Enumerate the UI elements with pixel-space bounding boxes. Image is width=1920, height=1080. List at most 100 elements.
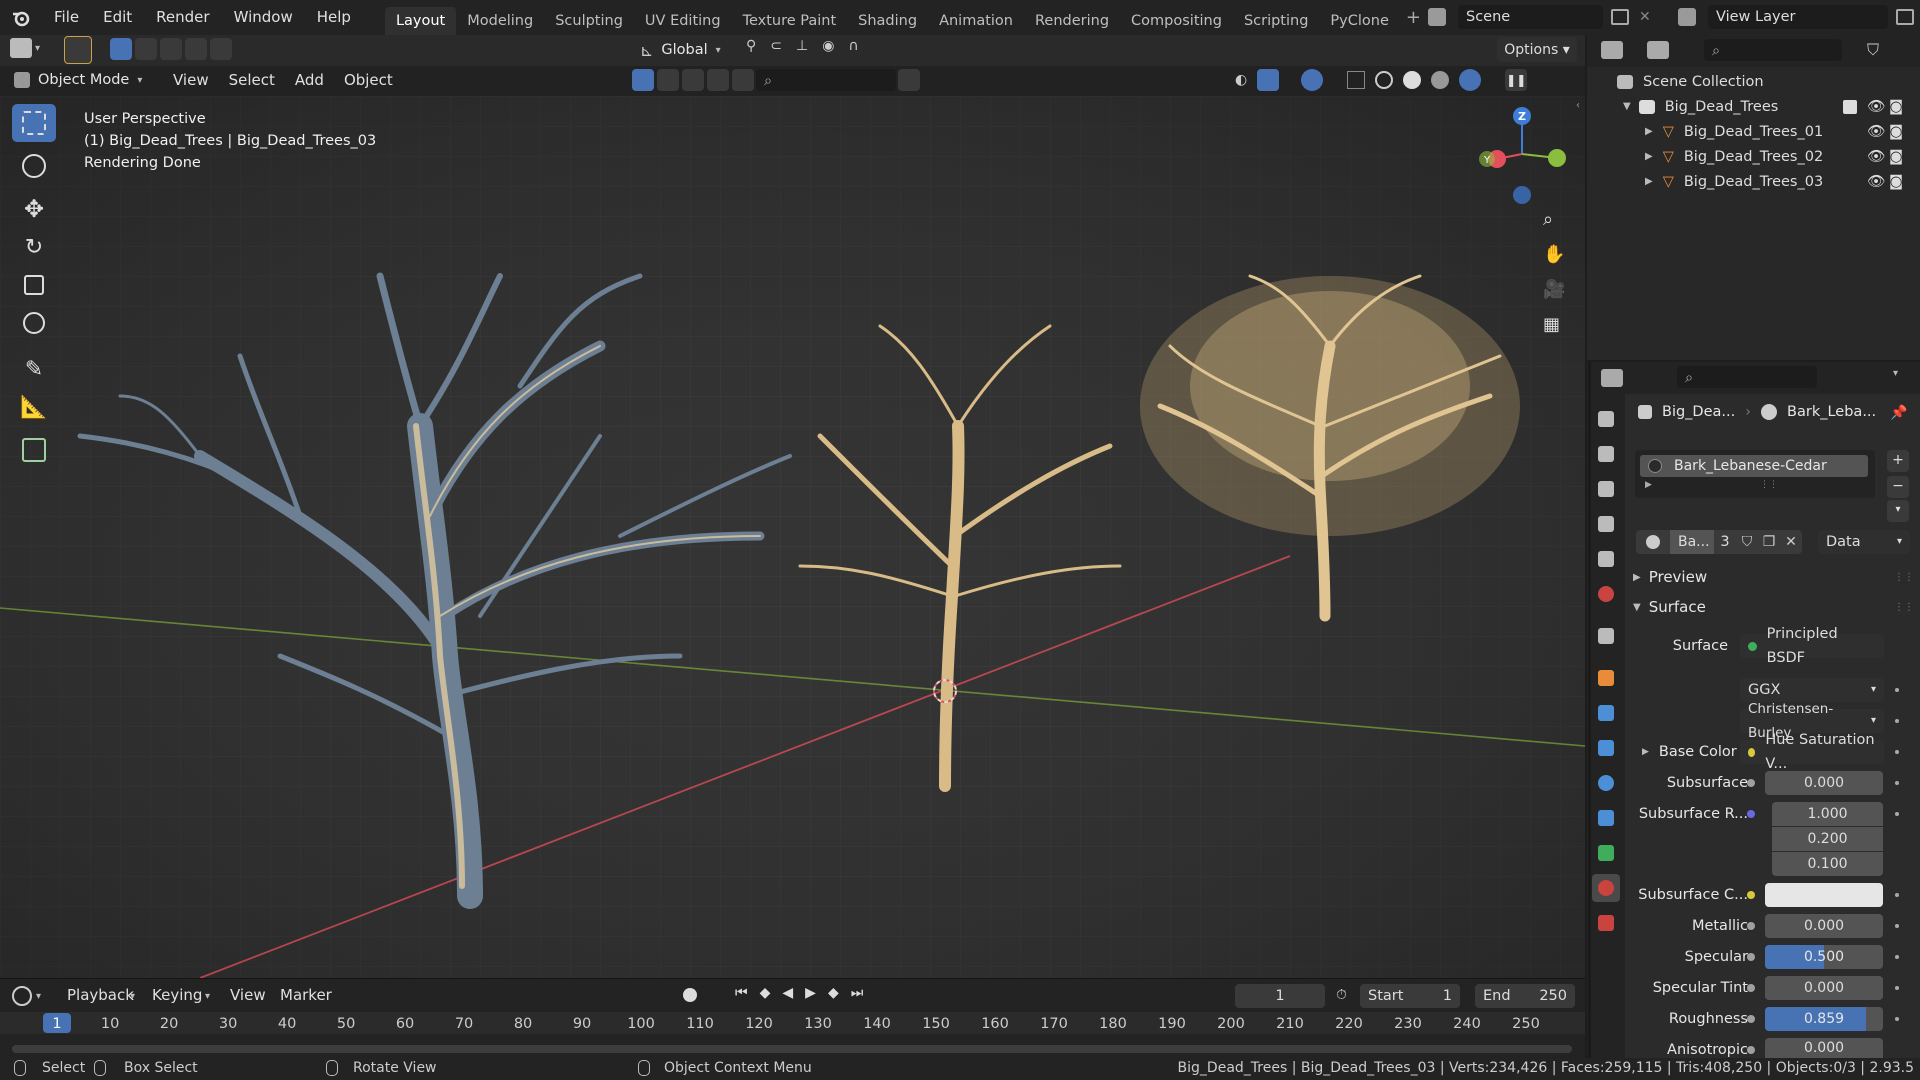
tab-uv-editing[interactable]: UV Editing: [634, 7, 732, 35]
surface-panel-header[interactable]: ▼ Surface: [1633, 598, 1706, 616]
filter-light-icon[interactable]: [682, 69, 704, 91]
select-extend-icon[interactable]: [135, 38, 157, 60]
blender-logo-icon[interactable]: [0, 0, 42, 35]
preview-range-icon[interactable]: ⏱: [1336, 987, 1347, 1003]
shading-rendered-icon[interactable]: [1459, 69, 1482, 91]
color-socket-dot[interactable]: [1747, 891, 1755, 899]
menu-select[interactable]: Select: [219, 68, 285, 92]
physics-tab[interactable]: [1592, 769, 1620, 797]
viewport-filter-dropdown[interactable]: [898, 69, 920, 91]
visibility-icon[interactable]: ◐: [1235, 72, 1247, 88]
timeline-editor-type[interactable]: ▾: [12, 984, 41, 1008]
shading-material-icon[interactable]: [1431, 71, 1450, 89]
display-mode-icon[interactable]: [1647, 41, 1669, 59]
tab-scripting[interactable]: Scripting: [1233, 7, 1319, 35]
add-workspace-icon[interactable]: +: [1400, 7, 1427, 28]
ortho-grid-icon[interactable]: ▦: [1543, 314, 1565, 335]
eye-icon[interactable]: 👁: [1867, 148, 1885, 165]
shading-wireframe-icon[interactable]: [1375, 71, 1394, 89]
filter-other-icon[interactable]: [732, 69, 754, 91]
camera-icon[interactable]: ◙: [1889, 149, 1903, 165]
select-invert-icon[interactable]: [185, 38, 207, 60]
subsurface-value[interactable]: 0.000: [1765, 771, 1883, 795]
3d-viewport[interactable]: User Perspective (1) Big_Dead_Trees | Bi…: [0, 96, 1585, 978]
radius-y-value[interactable]: 0.200: [1772, 827, 1883, 851]
constraints-tab[interactable]: [1592, 804, 1620, 832]
render-tab[interactable]: [1592, 440, 1620, 468]
keyframe-dot[interactable]: [1895, 893, 1899, 897]
prev-keyframe-icon[interactable]: ◆: [760, 985, 771, 1001]
filter-object-icon[interactable]: [632, 69, 654, 91]
next-keyframe-icon[interactable]: ◆: [828, 985, 839, 1001]
pan-hand-icon[interactable]: ✋: [1543, 244, 1565, 265]
cursor-tool[interactable]: [12, 147, 56, 185]
filter-camera-icon[interactable]: [707, 69, 729, 91]
socket-dot[interactable]: [1747, 984, 1755, 992]
data-tab[interactable]: [1592, 839, 1620, 867]
editor-type-button[interactable]: ▾: [10, 38, 40, 58]
menu-keying[interactable]: Keying: [140, 981, 214, 1009]
navigation-gizmo[interactable]: Z Y: [1475, 106, 1570, 206]
menu-edit[interactable]: Edit: [91, 0, 144, 35]
play-icon[interactable]: ▶: [805, 985, 816, 1001]
include-checkbox[interactable]: [1843, 99, 1857, 114]
select-subtract-icon[interactable]: [160, 38, 182, 60]
keyframe-dot[interactable]: [1895, 986, 1899, 990]
menu-help[interactable]: Help: [305, 0, 363, 35]
socket-dot[interactable]: [1747, 1015, 1755, 1023]
outliner-item[interactable]: ▶ ▽ Big_Dead_Trees_02 👁 ◙: [1587, 144, 1920, 169]
collection-tab[interactable]: [1592, 622, 1620, 650]
menu-file[interactable]: File: [42, 0, 91, 35]
user-count[interactable]: 3: [1714, 530, 1736, 554]
duplicate-material-icon[interactable]: ❐: [1758, 530, 1780, 554]
menu-window[interactable]: Window: [222, 0, 305, 35]
slot-specials-button[interactable]: ▾: [1887, 500, 1909, 522]
xray-icon[interactable]: [1347, 71, 1366, 89]
scene-name-field[interactable]: Scene: [1458, 5, 1603, 29]
anisotropic-value[interactable]: 0.000: [1765, 1038, 1883, 1058]
material-name-field[interactable]: Ba...: [1670, 530, 1714, 554]
base-color-field[interactable]: Hue Saturation V...: [1740, 732, 1884, 772]
keyframe-dot[interactable]: [1895, 955, 1899, 959]
object-tab[interactable]: [1592, 664, 1620, 692]
select-box-tool[interactable]: [12, 104, 56, 142]
particles-tab[interactable]: [1592, 734, 1620, 762]
new-view-layer-icon[interactable]: [1896, 9, 1914, 25]
fake-user-icon[interactable]: ⛉: [1736, 530, 1758, 554]
scene-selector[interactable]: Scene ✕: [1428, 4, 1651, 30]
base-color-label[interactable]: ▶ Base Color: [1642, 744, 1737, 760]
camera-icon[interactable]: ◙: [1889, 99, 1903, 115]
select-new-icon[interactable]: [110, 38, 132, 60]
browse-material-icon[interactable]: [1636, 530, 1670, 554]
metallic-value[interactable]: 0.000: [1765, 914, 1883, 938]
viewport-search-input[interactable]: ⌕: [756, 69, 896, 91]
pause-render-icon[interactable]: ❚❚: [1505, 69, 1528, 91]
eye-icon[interactable]: 👁: [1867, 173, 1885, 190]
start-frame-field[interactable]: Start 1: [1360, 984, 1460, 1008]
eye-icon[interactable]: 👁: [1867, 98, 1885, 115]
modifier-tab[interactable]: [1592, 699, 1620, 727]
keyframe-dot[interactable]: [1895, 688, 1899, 692]
radius-x-value[interactable]: 1.000: [1772, 802, 1883, 826]
keyframe-dot[interactable]: [1895, 781, 1899, 785]
radius-z-value[interactable]: 0.100: [1772, 852, 1883, 876]
unlink-material-icon[interactable]: ✕: [1780, 530, 1802, 554]
world-tab[interactable]: [1592, 580, 1620, 608]
jump-start-icon[interactable]: ⏮: [735, 985, 748, 1001]
camera-view-icon[interactable]: 🎥: [1543, 279, 1565, 300]
eye-icon[interactable]: 👁: [1867, 123, 1885, 140]
proportional-editing-icon[interactable]: ◉: [822, 38, 834, 54]
menu-object[interactable]: Object: [334, 68, 403, 92]
filter-mesh-icon[interactable]: [657, 69, 679, 91]
options-dropdown[interactable]: Options ▾: [1497, 37, 1577, 62]
tab-texture-paint[interactable]: Texture Paint: [732, 7, 848, 35]
roughness-slider[interactable]: 0.859: [1765, 1007, 1883, 1031]
camera-icon[interactable]: ◙: [1889, 174, 1903, 190]
add-slot-button[interactable]: +: [1887, 450, 1909, 472]
specular-slider[interactable]: 0.500: [1765, 945, 1883, 969]
outliner-item[interactable]: ▶ ▽ Big_Dead_Trees_03 👁 ◙: [1587, 169, 1920, 194]
slot-expand-icon[interactable]: ▶: [1645, 480, 1652, 490]
scene-tab[interactable]: [1592, 545, 1620, 573]
pivot-icon[interactable]: ⚲: [746, 38, 756, 54]
move-tool[interactable]: ✥: [12, 190, 56, 228]
